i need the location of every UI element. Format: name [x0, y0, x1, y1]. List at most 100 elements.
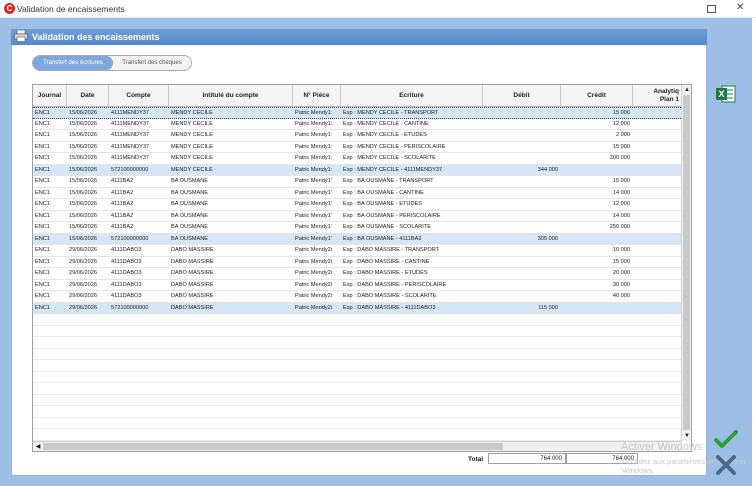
table-row[interactable]: ENC1 15/06/2026 4111BA2 BA OUSMANE Patric Me…	[33, 211, 681, 222]
column-header-journal[interactable]: Journal	[33, 85, 67, 107]
table-row[interactable]: ENC1 15/06/2026 572100000000 BA OUSMANE Patr…	[33, 233, 681, 245]
excel-icon[interactable]: X	[716, 85, 736, 103]
cell-debit: 115 000	[538, 304, 558, 311]
cell-credit: 15 000	[612, 178, 630, 184]
table-row[interactable]: ENC1 15/06/2026 4111BA2 BA OUSMANE Patric Me…	[33, 188, 681, 199]
cell-credit: 10 000	[612, 247, 630, 253]
vertical-scrollbar[interactable]: ▲ ▼	[681, 85, 691, 441]
maximize-button[interactable]	[707, 5, 716, 13]
column-header-date[interactable]: Date	[67, 85, 109, 107]
empty-row	[33, 314, 681, 326]
cell-compte: 4111BA2	[111, 201, 134, 207]
table-row[interactable]: ENC1 15/06/2026 4111BA2 BA OUSMANE Patric Me…	[33, 199, 681, 211]
cell-debit	[483, 142, 561, 153]
table-row[interactable]: ENC1 15/06/2026 4111MENDY37 MENDY CECILE Pat…	[33, 119, 681, 130]
cell-credit: 2 000	[616, 132, 630, 138]
table-row[interactable]: ENC1 29/06/2026 4111DABO3 DABO MASSIRE Patri…	[33, 291, 681, 303]
cell-date: 15/06/2026	[69, 120, 97, 127]
horizontal-scrollbar[interactable]: ◀	[33, 441, 681, 451]
cell-date: 15/06/2026	[69, 155, 97, 161]
cell-debit	[483, 199, 561, 210]
cell-credit: 12 000	[612, 120, 630, 127]
empty-row	[33, 383, 681, 395]
cell-intitule: DABO MASSIRE	[171, 270, 214, 276]
cell-ecriture: Esp : BA OUSMANE - PERISCOLAIRE	[343, 212, 441, 219]
cell-journal: ENC1	[35, 212, 50, 219]
cell-debit	[483, 119, 561, 130]
checkmark-icon[interactable]	[714, 429, 738, 449]
column-header-piece[interactable]: N° Pièce	[293, 85, 341, 107]
cell-piece: Patric Mendy1'	[295, 212, 332, 219]
cell-date: 15/06/2026	[69, 212, 97, 219]
column-header-debit[interactable]: Débit	[483, 85, 561, 107]
cell-compte: 4111DABO3	[111, 258, 142, 265]
cell-ecriture: Esp : MENDY CECILE - SCOLARITE	[343, 155, 436, 161]
table-row[interactable]: ENC1 15/06/2026 572100000000 MENDY CECILE Pa…	[33, 164, 681, 176]
cell-journal: ENC1	[35, 132, 50, 138]
cell-intitule: BA OUSMANE	[171, 201, 208, 207]
cell-compte: 4111BA2	[111, 178, 134, 184]
cell-piece: Patric Mendy1'	[295, 189, 332, 196]
cell-debit: 344 000	[537, 166, 558, 173]
cell-piece: Patric Mendy2i	[295, 293, 332, 299]
cell-journal: ENC1	[35, 270, 50, 276]
table-row[interactable]: ENC1 15/06/2026 4111MENDY37 MENDY CECILE Pat…	[33, 153, 681, 165]
cell-compte: 4111BA2	[111, 212, 134, 219]
table-row[interactable]: ENC1 29/06/2026 4111DABO3 DABO MASSIRE Patri…	[33, 268, 681, 280]
table-row[interactable]: ENC1 15/06/2026 4111BA2 BA OUSMANE Patric Me…	[33, 176, 681, 188]
cell-date: 15/06/2026	[69, 178, 97, 184]
cross-icon[interactable]	[714, 454, 738, 476]
table-row[interactable]: ENC1 15/06/2026 4111MENDY37 MENDY CECILE Pat…	[33, 107, 681, 119]
cell-intitule: BA OUSMANE	[171, 178, 208, 184]
cell-intitule: MENDY CECILE	[171, 166, 213, 173]
cell-intitule: DABO MASSIRE	[171, 281, 214, 288]
close-window-button[interactable]: ✕	[736, 2, 744, 14]
empty-row	[33, 395, 681, 406]
cell-debit	[483, 130, 561, 141]
cell-compte: 572100000000	[111, 235, 149, 242]
cell-journal: ENC1	[35, 258, 50, 265]
column-header-intitule[interactable]: Intitulé du compte	[169, 85, 293, 107]
cell-compte: 4111DABO3	[111, 270, 142, 276]
table-row[interactable]: ENC1 15/06/2026 4111MENDY37 MENDY CECILE Pat…	[33, 130, 681, 142]
column-header-ecriture[interactable]: Ecriture	[341, 85, 483, 107]
column-header-analytique-label: Analytiq	[653, 88, 679, 95]
column-header-compte[interactable]: Compte	[109, 85, 169, 107]
cell-ecriture: Esp : MENDY CECILE - ETUDES	[343, 132, 427, 138]
cell-ecriture: Esp : BA OUSMANE - ETUDES	[343, 201, 422, 207]
table-row[interactable]: ENC1 15/06/2026 4111MENDY37 MENDY CECILE Pat…	[33, 142, 681, 153]
empty-row	[33, 372, 681, 383]
table-row[interactable]: ENC1 29/06/2026 4111DABO3 DABO MASSIRE Patri…	[33, 245, 681, 257]
empty-row	[33, 429, 681, 441]
tab-transfert-ecritures[interactable]: Transfert des écritures	[33, 56, 113, 70]
cell-ecriture: Esp : DABO MASSIRE - CANTINE	[343, 258, 430, 265]
horizontal-scroll-thumb[interactable]	[43, 443, 503, 450]
column-header-credit[interactable]: Crédit	[561, 85, 633, 107]
empty-row	[33, 337, 681, 349]
cell-date: 29/06/2026	[69, 258, 97, 265]
cell-intitule: MENDY CECILE	[171, 155, 213, 161]
cell-credit: 15 000	[612, 143, 630, 150]
window-title: Validation de encaissements	[17, 4, 125, 14]
cell-date: 15/06/2026	[69, 143, 97, 150]
cell-intitule: MENDY CECILE	[171, 110, 213, 116]
table-row[interactable]: ENC1 29/06/2026 4111DABO3 DABO MASSIRE Patri…	[33, 257, 681, 268]
cell-date: 15/06/2026	[69, 166, 97, 173]
cell-compte: 572100000000	[111, 304, 149, 311]
cell-ecriture: Esp : MENDY CECILE - CANTINE	[343, 120, 429, 127]
cell-journal: ENC1	[35, 293, 50, 299]
cell-date: 15/06/2026	[69, 201, 97, 207]
vertical-scroll-thumb[interactable]	[683, 95, 690, 430]
cell-ecriture: Esp : MENDY CECILE - 4111MENDY37	[343, 166, 443, 173]
table-row[interactable]: ENC1 15/06/2026 4111BA2 BA OUSMANE Patric Me…	[33, 222, 681, 234]
tab-transfert-cheques[interactable]: Transfert des chèques	[113, 56, 191, 70]
scroll-up-icon[interactable]: ▲	[682, 85, 691, 95]
scroll-left-icon[interactable]: ◀	[33, 442, 43, 451]
cell-journal: ENC1	[35, 143, 50, 150]
cell-date: 15/06/2026	[69, 132, 97, 138]
table-row[interactable]: ENC1 29/06/2026 4111DABO3 DABO MASSIRE Patri…	[33, 280, 681, 291]
scroll-down-icon[interactable]: ▼	[682, 431, 691, 441]
column-header-analytique[interactable]: Analytiq Plan 1	[633, 85, 681, 107]
cell-credit	[561, 234, 633, 245]
table-row[interactable]: ENC1 29/06/2026 572100000000 DABO MASSIRE Pa…	[33, 302, 681, 314]
